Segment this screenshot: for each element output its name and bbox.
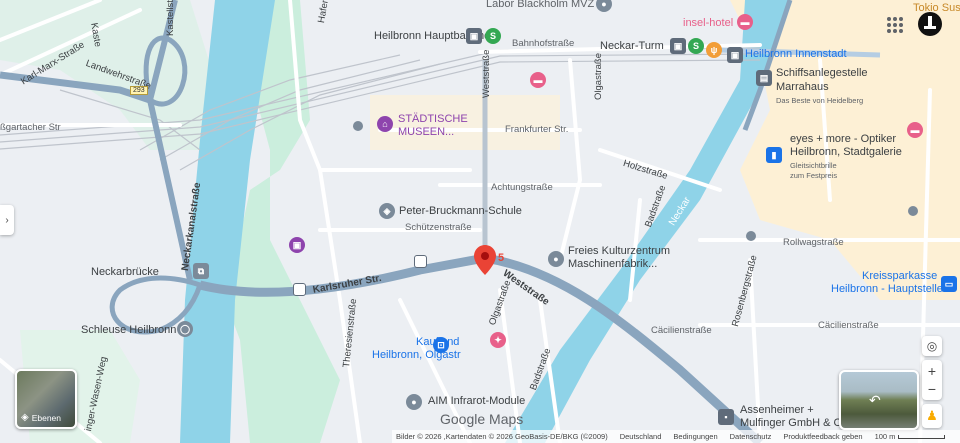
poi-label-insel-hotel: insel-hotel <box>683 17 734 29</box>
train-icon[interactable]: ▣ <box>466 28 482 44</box>
poi-label-marrahaus: Marrahaus <box>776 81 829 93</box>
transit-s-icon[interactable]: S <box>688 38 704 54</box>
bus-stop-icon[interactable] <box>293 283 306 296</box>
privacy-link[interactable]: Datenschutz <box>730 432 772 441</box>
landmark-icon[interactable]: ◯ <box>177 321 193 337</box>
ferry-icon[interactable]: ▤ <box>756 70 772 86</box>
feedback-link[interactable]: Produktfeedback geben <box>783 432 862 441</box>
school-icon[interactable]: ◈ <box>379 203 395 219</box>
zoom-control: + − <box>922 360 942 400</box>
shopping-cart-icon[interactable]: ⊡ <box>433 337 449 353</box>
street-label-caecilien-2: Cäcilienstraße <box>818 320 879 331</box>
poi-label-eyes-more-2: Heilbronn, Stadtgalerie <box>790 146 902 158</box>
poi-label-kaufland-2: Heilbronn, Olgastr <box>372 349 461 361</box>
location-pin-icon[interactable] <box>474 245 496 275</box>
scale-label: 100 m <box>874 432 896 441</box>
poi-label-labor: Labor Blackholm MVZ <box>486 0 595 10</box>
street-label-bahnhofstrasse: Bahnhofstraße <box>512 38 575 49</box>
account-icon[interactable] <box>917 11 943 37</box>
poi-label-peter-bruckmann: Peter-Bruckmann-Schule <box>399 205 522 217</box>
hotel-icon[interactable]: ▬ <box>907 122 923 138</box>
poi-sub-eyes-2: zum Festpreis <box>790 171 838 180</box>
street-label-kastell: Kastellstraße <box>165 0 176 36</box>
poi-label-innenstadt: Heilbronn Innenstadt <box>745 48 847 60</box>
poi-label-neckar-turm: Neckar-Turm <box>600 40 664 52</box>
poi-label-schleuse: Schleuse Heilbronn <box>81 324 177 336</box>
poi-label-freies-1: Freies Kulturzentrum <box>568 245 671 257</box>
pin-icon[interactable] <box>908 206 918 216</box>
google-maps-logo: Google Maps <box>440 411 524 427</box>
poi-label-freies-2: Maschinenfabrik... <box>568 258 658 270</box>
poi-label-museen: MUSEEN... <box>398 126 455 138</box>
museum-icon[interactable]: ⌂ <box>377 116 393 132</box>
bridge-icon[interactable]: ⧉ <box>193 263 209 279</box>
pin-icon[interactable] <box>353 121 363 131</box>
terms-link[interactable]: Bedingungen <box>673 432 717 441</box>
poi-label-assenheimer-1: Assenheimer + <box>740 404 814 416</box>
train-icon[interactable]: ▣ <box>670 38 686 54</box>
layers-icon: ◈ <box>21 412 29 423</box>
pegman-icon[interactable]: ♟ <box>922 404 942 428</box>
bank-icon[interactable]: ▭ <box>941 276 957 292</box>
scale-bar[interactable]: 100 m <box>875 432 946 441</box>
scale-ruler <box>898 434 946 439</box>
poi-label-staedtische: STÄDTISCHE <box>398 113 468 125</box>
pin-icon[interactable] <box>746 231 756 241</box>
pin-icon[interactable]: ▪ <box>718 409 734 425</box>
zoom-out-icon[interactable]: − <box>928 380 936 398</box>
poi-label-assenheimer-2: Mulfinger GmbH & Co <box>740 417 848 429</box>
hotel-icon[interactable]: ▬ <box>737 14 753 30</box>
street-label-weststrasse-top: Weststraße <box>481 49 492 98</box>
country-link[interactable]: Deutschland <box>620 432 662 441</box>
imagery-attribution: Bilder © 2026 ,Kartendaten © 2026 GeoBas… <box>396 432 608 441</box>
hotel-icon[interactable]: ▬ <box>530 72 546 88</box>
street-label-caecilien-1: Cäcilienstraße <box>651 325 712 336</box>
pin-icon[interactable]: ● <box>406 394 422 410</box>
road-shield-293: 293 <box>130 86 148 95</box>
street-view-rotate-icon: ↶ <box>869 392 881 408</box>
pin-icon[interactable]: ● <box>548 251 564 267</box>
transit-s-icon[interactable]: S <box>485 28 501 44</box>
apps-grid-icon[interactable] <box>883 13 905 35</box>
shopping-bag-icon[interactable]: ▮ <box>766 147 782 163</box>
street-label-frankfurter: Frankfurter Str. <box>505 124 569 135</box>
poi-label-eyes-more: eyes + more - Optiker <box>790 133 897 145</box>
poi-label-kreissparkasse-1: Kreissparkasse <box>862 270 938 282</box>
street-label-rollwag: Rollwagstraße <box>783 237 844 248</box>
bus-stop-icon[interactable] <box>414 255 427 268</box>
poi-label-neckarbruecke: Neckarbrücke <box>91 266 159 278</box>
street-label-bgartacher: ßgartacher Str <box>0 122 61 133</box>
poi-label-kreissparkasse-2: Heilbronn - Hauptstelle <box>831 283 943 295</box>
restaurant-icon[interactable]: ψ <box>706 42 722 58</box>
train-icon[interactable]: ▣ <box>727 47 743 63</box>
zoom-in-icon[interactable]: + <box>928 362 936 380</box>
my-location-icon[interactable]: ◎ <box>922 336 942 356</box>
clothing-icon[interactable]: ✦ <box>490 332 506 348</box>
street-label-olgastrasse-top: Olgastraße <box>593 53 604 100</box>
poi-sub-marrahaus: Das Beste von Heidelberg <box>776 96 864 105</box>
poi-label-schiffsanlege: Schiffsanlegestelle <box>776 67 868 79</box>
street-label-achtung: Achtungstraße <box>491 182 553 193</box>
street-label-schuetzen: Schützenstraße <box>405 222 472 233</box>
pin-number-label: 5 <box>498 252 505 264</box>
layers-button[interactable]: ◈ Ebenen <box>15 369 77 429</box>
street-view-thumbnail[interactable]: ↶ <box>839 370 919 430</box>
poi-label-aim: AIM Infrarot-Module <box>428 395 526 407</box>
map-footer: Bilder © 2026 ,Kartendaten © 2026 GeoBas… <box>392 430 960 443</box>
layers-label: Ebenen <box>31 412 62 423</box>
collapse-panel-icon[interactable]: › <box>0 205 14 235</box>
shopping-icon[interactable]: ▣ <box>289 237 305 253</box>
